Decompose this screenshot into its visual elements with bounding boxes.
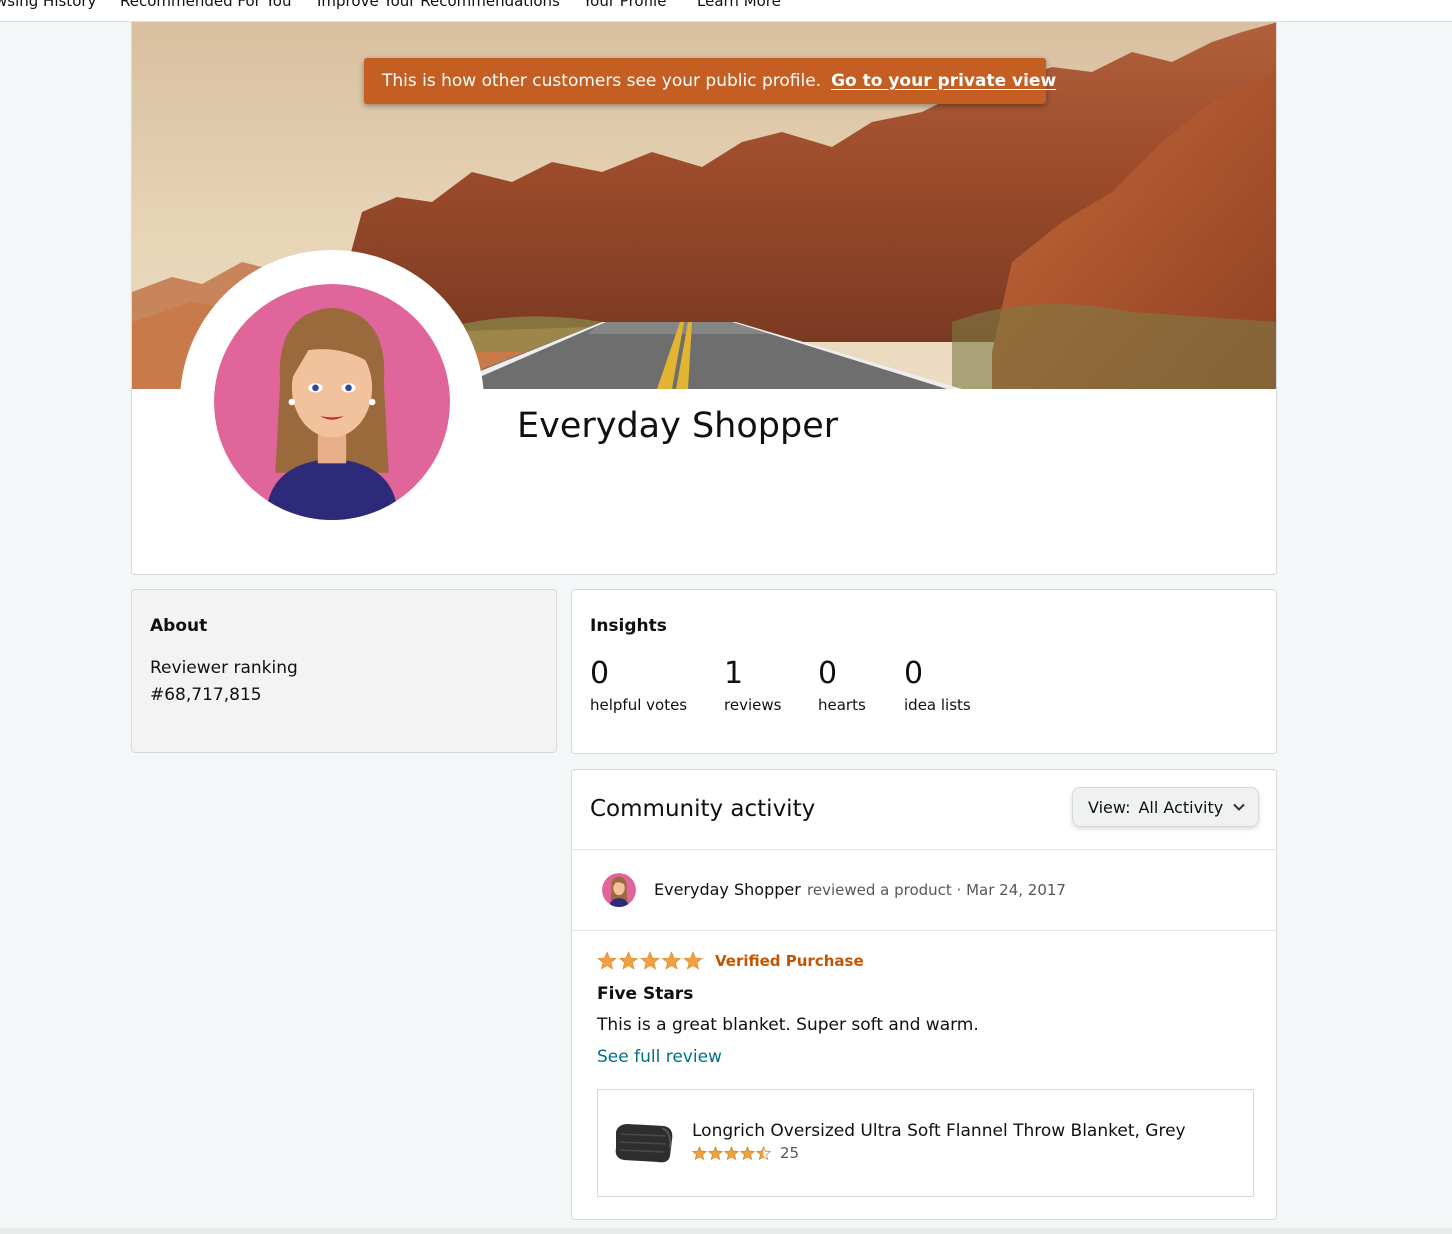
stat-value: 0 xyxy=(818,656,838,691)
divider xyxy=(572,849,1276,850)
divider xyxy=(572,930,1276,931)
review-rating: Verified Purchase xyxy=(597,951,864,971)
reviewer-ranking-label: Reviewer ranking xyxy=(150,658,298,678)
woman-avatar-icon xyxy=(602,873,636,907)
stat-value: 1 xyxy=(724,656,744,691)
product-rating: 25 xyxy=(692,1144,799,1162)
stat-value: 0 xyxy=(904,656,924,691)
bottom-scroll-edge xyxy=(0,1228,1452,1234)
reviewer-ranking-value: #68,717,815 xyxy=(150,685,262,705)
product-rating-count[interactable]: 25 xyxy=(780,1144,799,1162)
five-star-rating-icon xyxy=(597,951,703,970)
activity-view-dropdown[interactable]: View: All Activity xyxy=(1072,787,1259,827)
profile-name: Everyday Shopper xyxy=(517,406,839,446)
verified-purchase-badge: Verified Purchase xyxy=(715,952,864,970)
nav-browsing-history[interactable]: wsing History xyxy=(0,0,96,10)
stat-label: idea lists xyxy=(904,696,971,714)
profile-avatar[interactable] xyxy=(214,284,450,520)
nav-learn-more[interactable]: Learn More xyxy=(697,0,781,10)
private-view-link[interactable]: Go to your private view xyxy=(831,71,1056,91)
insights-card: Insights 0 helpful votes 1 reviews 0 hea… xyxy=(571,589,1277,754)
public-profile-notice: This is how other customers see your pub… xyxy=(364,58,1056,104)
stat-helpful-votes: 0 helpful votes xyxy=(590,656,687,714)
community-activity-card: Community activity View: All Activity Ev… xyxy=(571,769,1277,1220)
product-title[interactable]: Longrich Oversized Ultra Soft Flannel Th… xyxy=(692,1121,1186,1141)
profile-header-card: This is how other customers see your pub… xyxy=(131,22,1277,575)
nav-your-profile[interactable]: Your Profile xyxy=(583,0,666,10)
four-half-star-rating-icon xyxy=(692,1145,772,1160)
stat-idea-lists: 0 idea lists xyxy=(904,656,971,714)
stat-label: hearts xyxy=(818,696,866,714)
about-heading: About xyxy=(150,616,208,636)
blanket-thumbnail-icon xyxy=(615,1124,673,1163)
reviewed-product-card[interactable]: Longrich Oversized Ultra Soft Flannel Th… xyxy=(597,1089,1254,1197)
see-full-review-link[interactable]: See full review xyxy=(597,1047,722,1067)
activity-author-name[interactable]: Everyday Shopper xyxy=(654,880,801,899)
nav-improve-recommendations[interactable]: Improve Your Recommendations xyxy=(317,0,560,10)
stat-label: helpful votes xyxy=(590,696,688,714)
activity-author-avatar[interactable] xyxy=(602,873,636,907)
view-label: View: xyxy=(1088,797,1131,817)
stat-label: reviews xyxy=(724,696,782,714)
nav-recommended-for-you[interactable]: Recommended For You xyxy=(120,0,291,10)
activity-meta: reviewed a product · Mar 24, 2017 xyxy=(807,881,1066,899)
stat-value: 0 xyxy=(590,656,610,691)
about-card: About Reviewer ranking #68,717,815 xyxy=(131,589,557,753)
stat-hearts: 0 hearts xyxy=(818,656,866,714)
top-nav: wsing History Recommended For You Improv… xyxy=(0,0,1452,22)
view-selected-value: All Activity xyxy=(1138,797,1224,817)
chevron-down-icon xyxy=(1233,803,1245,811)
woman-avatar-icon xyxy=(214,284,450,520)
stat-reviews: 1 reviews xyxy=(724,656,781,714)
review-title: Five Stars xyxy=(597,984,694,1004)
notice-text: This is how other customers see your pub… xyxy=(382,71,822,91)
insights-heading: Insights xyxy=(590,616,667,636)
review-body: This is a great blanket. Super soft and … xyxy=(597,1015,979,1035)
community-activity-title: Community activity xyxy=(590,796,816,822)
